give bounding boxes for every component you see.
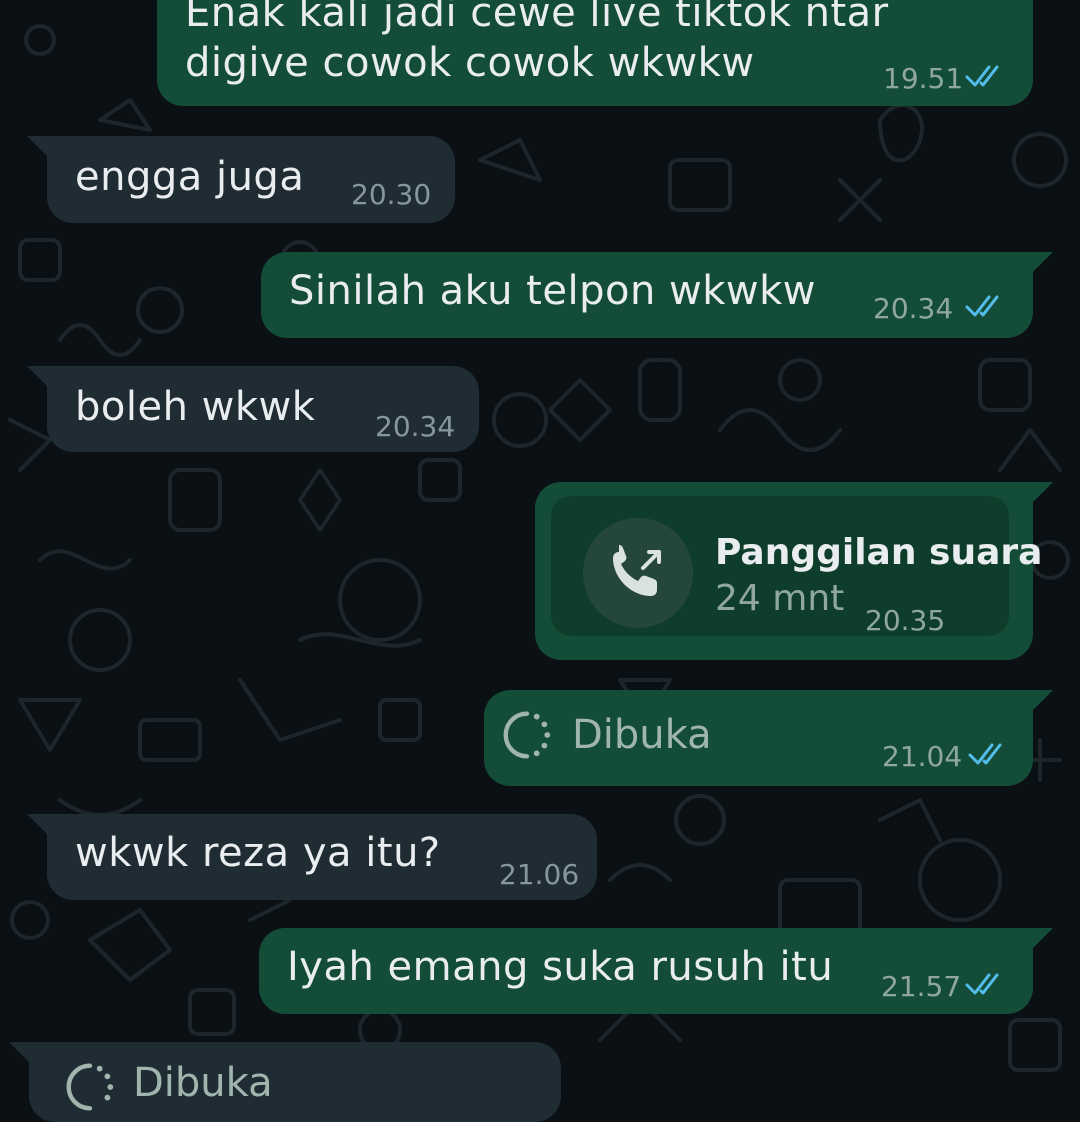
view-once-label: Dibuka: [133, 1060, 273, 1106]
message-bubble-incoming[interactable]: wkwk reza ya itu? 21.06: [27, 814, 597, 900]
message-time: 19.51: [883, 62, 964, 95]
call-duration: 24 mnt: [715, 578, 845, 619]
message-text: Iyah emang suka rusuh itu: [287, 944, 834, 990]
message-bubble-outgoing[interactable]: Enak kali jadi cewe live tiktok ntar dig…: [157, 0, 1033, 106]
message-bubble-outgoing[interactable]: Sinilah aku telpon wkwkw 20.34: [261, 252, 1053, 338]
message-text: boleh wkwk: [75, 384, 316, 430]
call-icon-circle: [583, 518, 693, 628]
message-time: 20.35: [865, 604, 946, 637]
message-text: Enak kali jadi cewe live tiktok ntar dig…: [185, 0, 889, 86]
message-bubble-incoming[interactable]: boleh wkwk 20.34: [27, 366, 479, 452]
message-list[interactable]: Enak kali jadi cewe live tiktok ntar dig…: [0, 0, 1080, 1122]
message-bubble-outgoing[interactable]: Iyah emang suka rusuh itu 21.57: [259, 928, 1053, 1014]
read-double-tick-icon: [965, 295, 999, 317]
voice-call-card[interactable]: Panggilan suara 24 mnt 20.35: [551, 496, 1042, 637]
view-once-label: Dibuka: [572, 712, 712, 758]
view-once-message[interactable]: Dibuka 21.04: [484, 690, 1053, 786]
message-text: wkwk reza ya itu?: [75, 830, 441, 876]
view-once-message-incoming[interactable]: Dibuka: [9, 1042, 561, 1122]
message-time: 20.34: [375, 410, 456, 443]
message-bubble-incoming[interactable]: engga juga 20.30: [27, 136, 455, 223]
read-double-tick-icon: [968, 743, 1002, 765]
voice-call-message[interactable]: Panggilan suara 24 mnt 20.35: [535, 482, 1053, 660]
message-time: 21.04: [882, 740, 963, 773]
message-time: 21.06: [499, 858, 580, 891]
message-text: engga juga: [75, 154, 305, 200]
outgoing-call-icon: [613, 545, 661, 596]
message-time: 21.57: [881, 970, 962, 1003]
message-text: Sinilah aku telpon wkwkw: [289, 268, 816, 314]
read-double-tick-icon: [965, 973, 999, 995]
message-time: 20.30: [351, 178, 432, 211]
call-title: Panggilan suara: [715, 532, 1043, 573]
read-double-tick-icon: [965, 65, 999, 87]
message-time: 20.34: [873, 292, 954, 325]
view-once-icon: [503, 711, 551, 759]
view-once-icon: [66, 1063, 114, 1111]
